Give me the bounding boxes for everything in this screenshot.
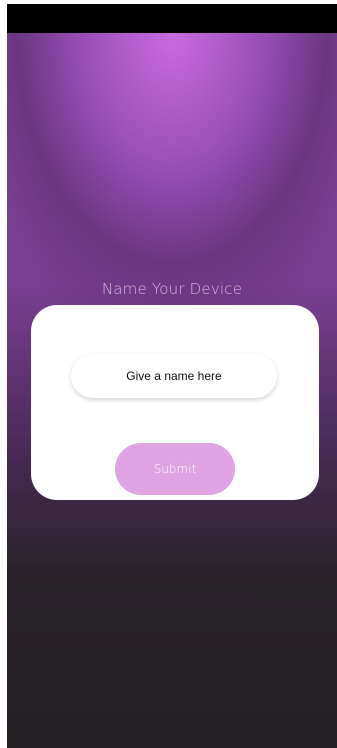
page-title: Name Your Device (101, 280, 243, 298)
name-device-card: Submit (31, 305, 319, 500)
submit-button[interactable]: Submit (115, 443, 235, 495)
device-name-input[interactable] (71, 354, 277, 398)
status-bar (7, 4, 337, 33)
phone-screen: Name Your Device Submit (7, 4, 337, 748)
